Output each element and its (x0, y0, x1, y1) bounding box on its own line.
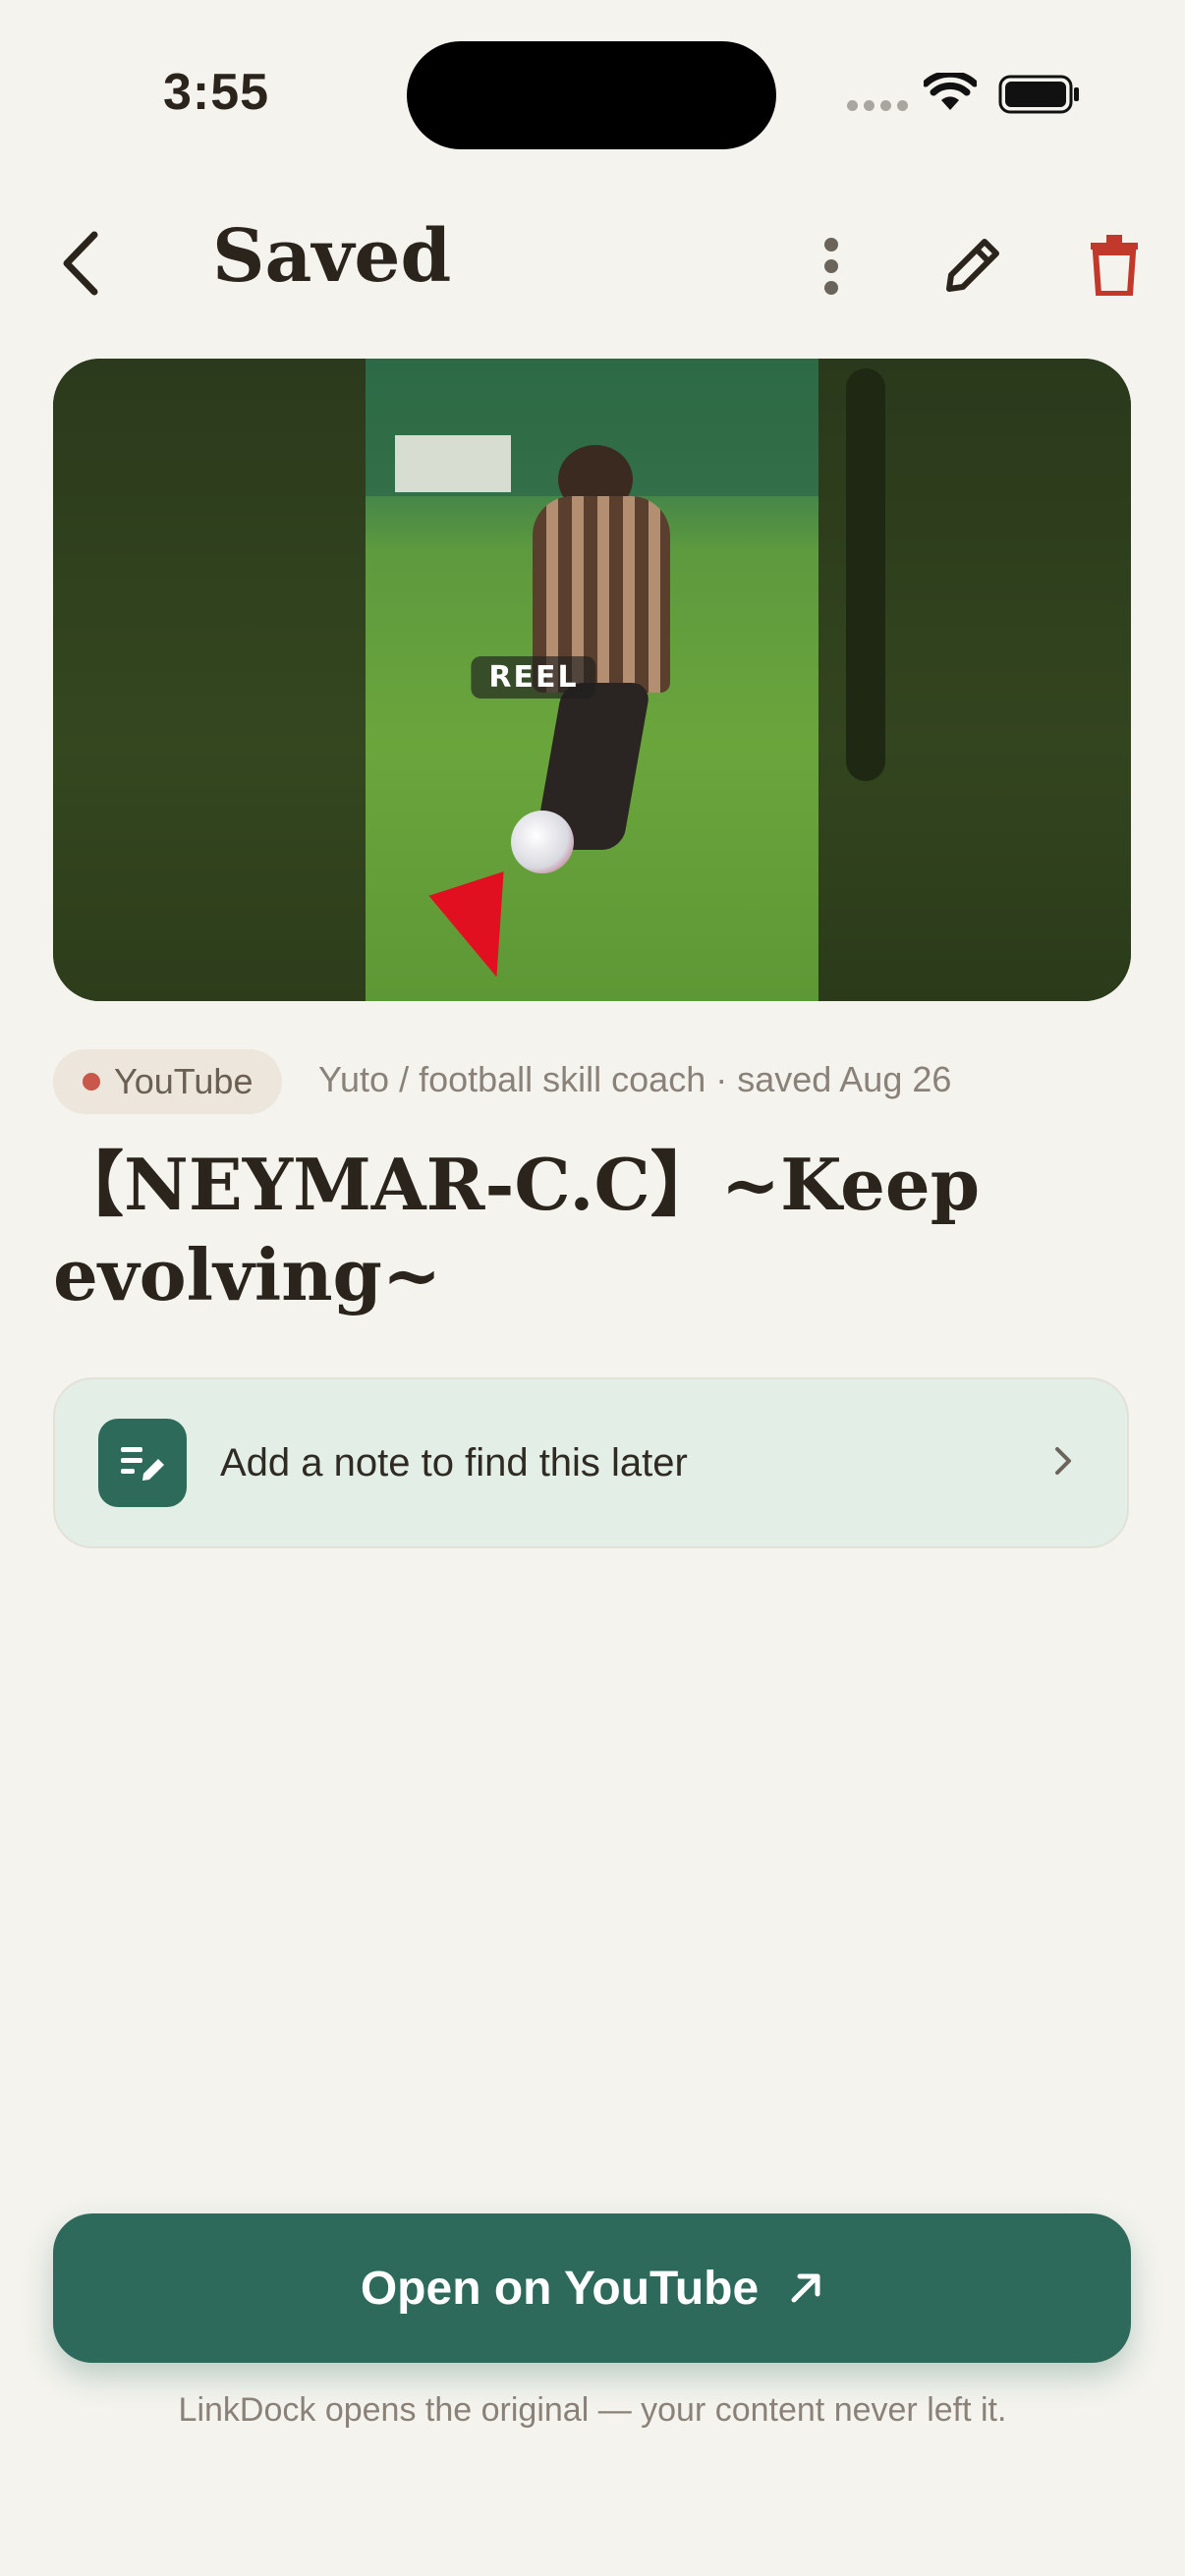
chevron-right-icon (1054, 1446, 1072, 1481)
page-title: Saved (212, 214, 452, 299)
source-dot (83, 1073, 100, 1091)
delete-button[interactable] (1085, 232, 1144, 299)
status-time: 3:55 (163, 64, 270, 121)
signal-icon (847, 100, 908, 111)
thumbnail-blur-left (53, 359, 366, 1001)
more-options-button[interactable] (808, 232, 855, 301)
add-note-label: Add a note to find this later (220, 1440, 688, 1484)
wifi-icon (922, 70, 979, 117)
more-vertical-icon (824, 238, 838, 295)
open-on-youtube-button[interactable]: Open on YouTube (53, 2213, 1131, 2363)
thumbnail-blur-right (818, 359, 1131, 1001)
dynamic-island (407, 41, 776, 149)
add-note-card[interactable]: Add a note to find this later (53, 1377, 1129, 1548)
footer-note: LinkDock opens the original — your conte… (178, 2391, 1007, 2429)
post-meta: Yuto / football skill coach · saved Aug … (318, 1059, 952, 1099)
back-button[interactable] (51, 224, 110, 303)
trash-icon (1091, 235, 1138, 296)
pencil-icon (946, 239, 999, 292)
source-label: YouTube (114, 1061, 254, 1101)
note-edit-icon (98, 1419, 187, 1507)
arrow-up-right-icon (791, 2273, 820, 2303)
edit-button[interactable] (937, 230, 1008, 301)
source-badge: YouTube (53, 1049, 283, 1114)
post-title: 【NEYMAR-C.C】~Keep evolving~ (53, 1143, 981, 1316)
reel-badge: REEL (471, 656, 596, 699)
back-chevron-icon (63, 231, 98, 296)
battery-icon (998, 75, 1081, 119)
open-button-label: Open on YouTube (360, 2262, 760, 2315)
